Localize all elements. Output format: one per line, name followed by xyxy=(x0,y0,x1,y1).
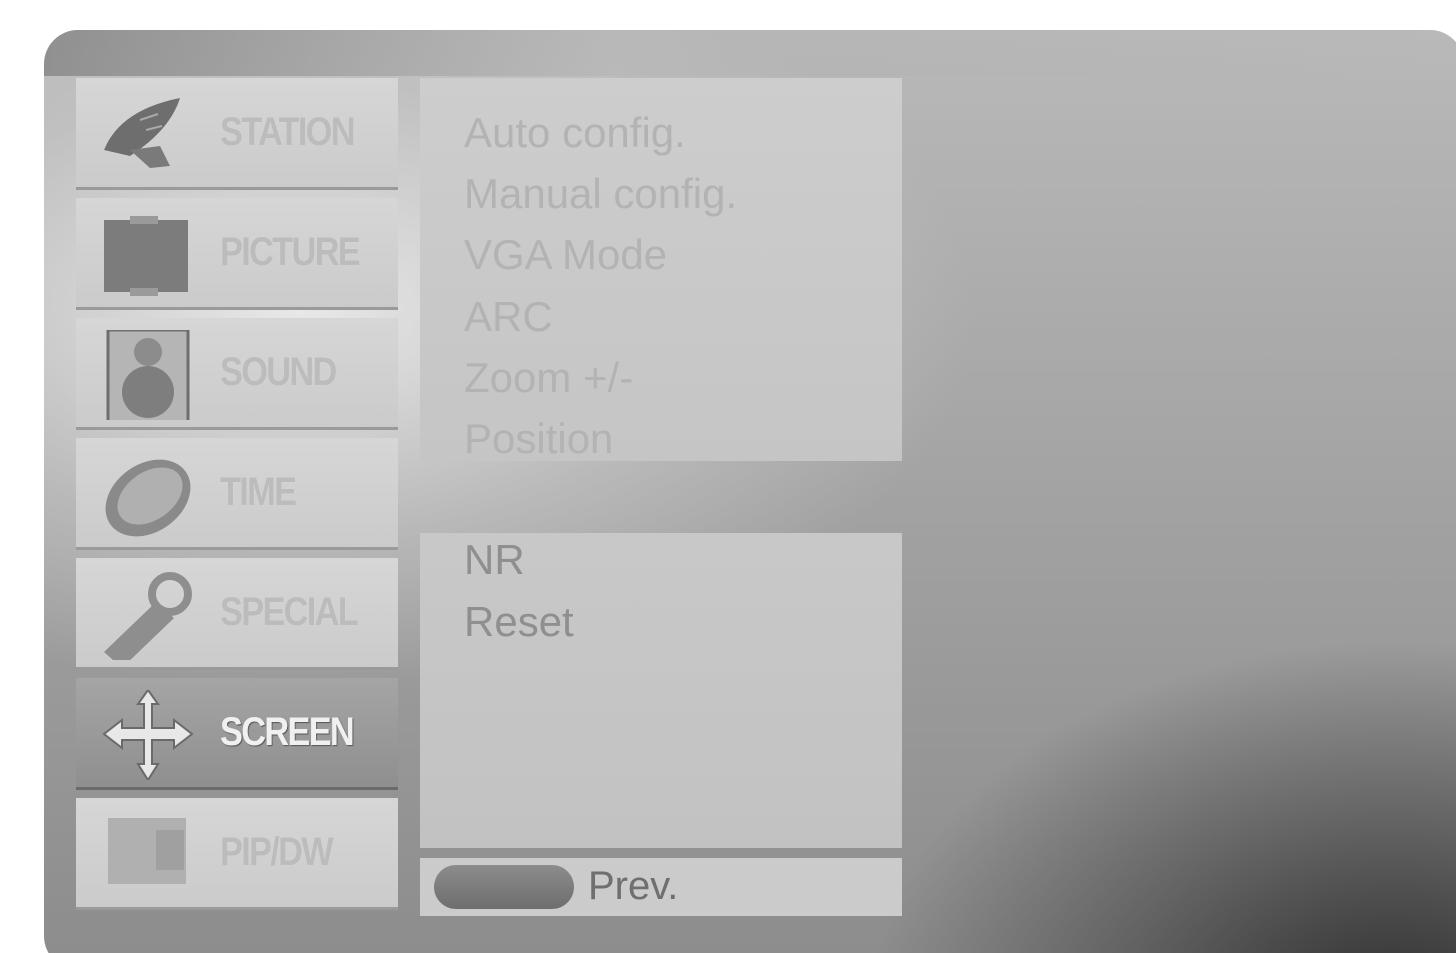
menu-item-label: TIME xyxy=(220,470,297,514)
menu-item-label: SOUND xyxy=(220,350,337,394)
option-manual-config[interactable]: Manual config. xyxy=(464,173,737,215)
main-menu: STATION PICTURE SOUND TIME SPECIAL SCREE… xyxy=(76,78,398,918)
screen: STATION PICTURE SOUND TIME SPECIAL SCREE… xyxy=(0,0,1456,953)
prev-label: Prev. xyxy=(588,864,679,908)
option-position[interactable]: Position xyxy=(464,418,613,460)
menu-item-special[interactable]: SPECIAL xyxy=(76,558,398,670)
satellite-dish-icon xyxy=(100,90,196,180)
menu-item-label: PIP/DW xyxy=(220,830,334,874)
speaker-icon xyxy=(100,328,196,424)
menu-item-screen[interactable]: SCREEN xyxy=(76,678,398,790)
key-tag-icon xyxy=(100,570,196,668)
move-arrows-icon xyxy=(100,688,196,782)
option-arc[interactable]: ARC xyxy=(464,296,553,338)
option-vga-mode[interactable]: VGA Mode xyxy=(464,234,667,276)
menu-item-time[interactable]: TIME xyxy=(76,438,398,550)
option-zoom[interactable]: Zoom +/- xyxy=(464,357,633,399)
menu-item-label: STATION xyxy=(220,110,356,154)
menu-item-pip[interactable]: PIP/DW xyxy=(76,798,398,910)
clock-disc-icon xyxy=(100,450,196,540)
osd-menu-panel: STATION PICTURE SOUND TIME SPECIAL SCREE… xyxy=(44,30,1456,953)
screen-submenu-bottom: NR Reset xyxy=(420,533,902,848)
menu-item-station[interactable]: STATION xyxy=(76,78,398,190)
menu-item-label: PICTURE xyxy=(220,230,361,274)
remote-key-icon xyxy=(434,865,574,909)
nav-hint-bar: Prev. xyxy=(420,858,902,916)
menu-item-picture[interactable]: PICTURE xyxy=(76,198,398,310)
menu-item-sound[interactable]: SOUND xyxy=(76,318,398,430)
menu-item-label: SCREEN xyxy=(220,710,355,754)
picture-screen-icon xyxy=(100,210,196,300)
option-nr[interactable]: NR xyxy=(464,539,525,581)
option-auto-config[interactable]: Auto config. xyxy=(464,112,686,154)
menu-item-label: SPECIAL xyxy=(220,590,359,634)
screen-submenu-top: Auto config. Manual config. VGA Mode ARC… xyxy=(420,78,902,461)
pip-icon xyxy=(100,810,196,900)
option-reset[interactable]: Reset xyxy=(464,601,574,643)
